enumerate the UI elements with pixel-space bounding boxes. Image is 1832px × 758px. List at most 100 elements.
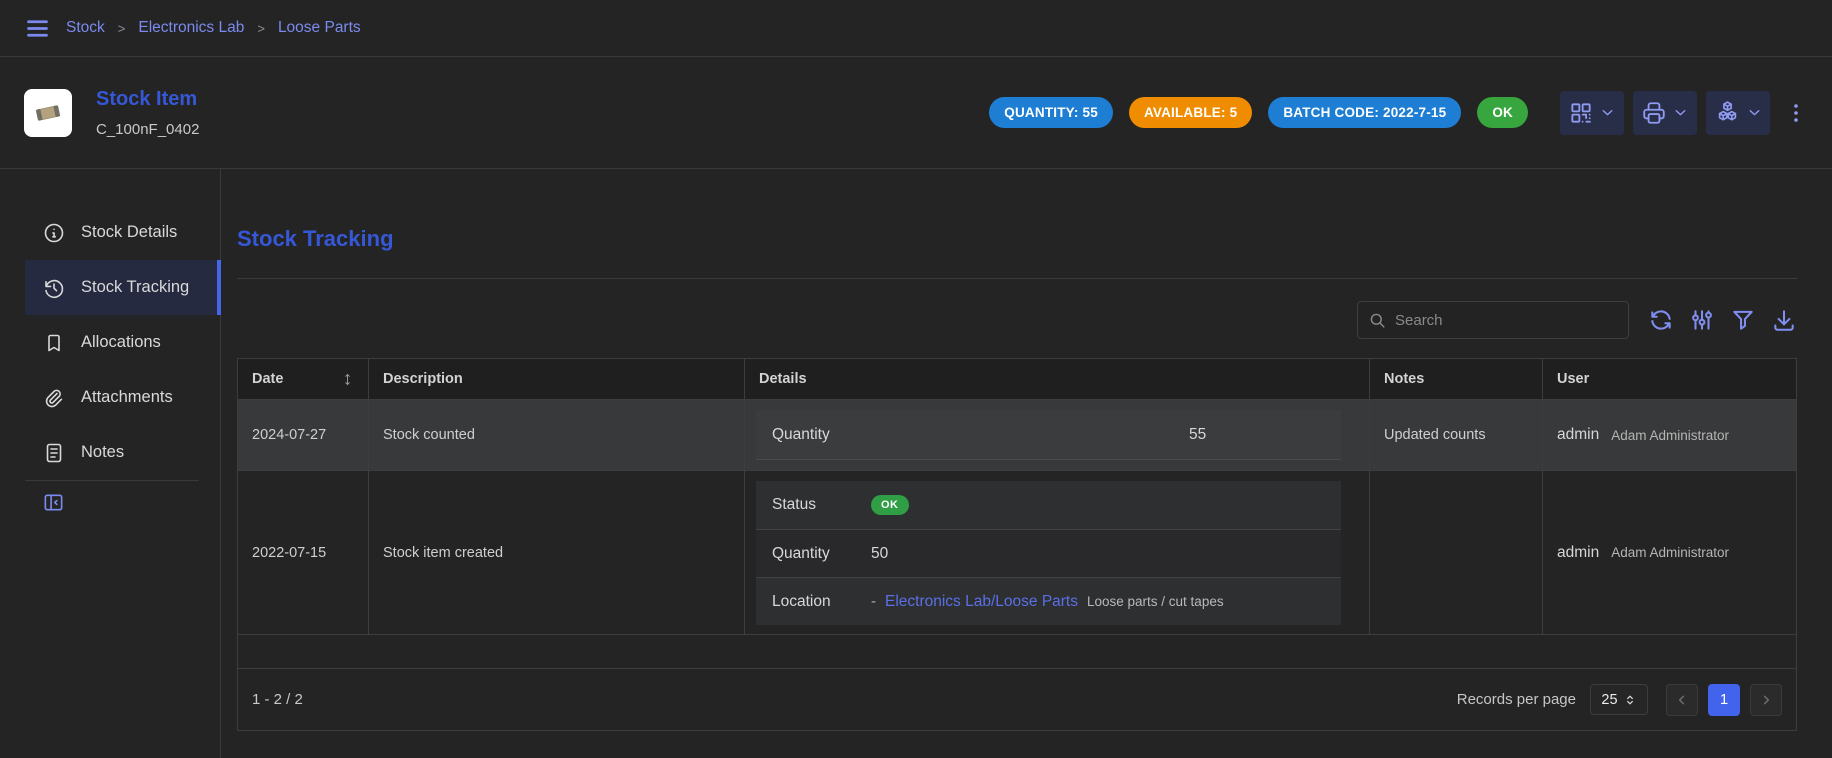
detail-location-row: Location - Electronics Lab/Loose Parts L…: [756, 577, 1341, 625]
location-link[interactable]: Electronics Lab/Loose Parts: [885, 593, 1078, 611]
print-actions-button[interactable]: [1633, 91, 1697, 135]
chevron-down-icon: [1599, 104, 1616, 121]
footer-right: Records per page 25 1: [1457, 684, 1782, 716]
sidebar-item-label: Stock Details: [81, 223, 177, 242]
sidebar-item-label: Stock Tracking: [81, 278, 189, 297]
description-cell: Stock counted: [369, 400, 745, 470]
user-fullname: Adam Administrator: [1611, 545, 1729, 560]
notes-cell: [1370, 471, 1543, 634]
pagination: 1: [1666, 684, 1782, 716]
breadcrumb-separator: >: [118, 21, 126, 36]
status-badges: QUANTITY: 55 AVAILABLE: 5 BATCH CODE: 20…: [989, 97, 1528, 128]
breadcrumb-link-stock[interactable]: Stock: [66, 19, 105, 37]
status-ok-badge: OK: [1477, 97, 1528, 128]
breadcrumb-separator: >: [257, 21, 265, 36]
detail-value: 50: [871, 545, 1341, 563]
page-title: Stock Item: [96, 88, 199, 111]
sidebar-divider: [25, 480, 199, 481]
top-navigation-bar: Stock > Electronics Lab > Loose Parts: [0, 0, 1832, 57]
notes-icon: [42, 441, 66, 465]
packages-icon: [1714, 99, 1741, 126]
qrcode-icon: [1568, 100, 1594, 126]
sidebar-collapse-icon[interactable]: [42, 491, 65, 514]
heading-divider: [237, 278, 1797, 279]
page-size-value: 25: [1601, 692, 1617, 708]
stock-tracking-table: Date Description Details Notes User 2024…: [237, 358, 1797, 731]
column-header-details: Details: [745, 359, 1370, 399]
available-badge: AVAILABLE: 5: [1129, 97, 1252, 128]
header-actions: [1560, 91, 1770, 135]
refresh-icon[interactable]: [1648, 307, 1674, 333]
header-right: QUANTITY: 55 AVAILABLE: 5 BATCH CODE: 20…: [989, 91, 1808, 135]
printer-icon: [1641, 100, 1667, 126]
sidebar-item-allocations[interactable]: Allocations: [25, 315, 220, 370]
main-panel: Stock Tracking Date Description Details …: [221, 169, 1832, 758]
bookmark-icon: [42, 331, 66, 355]
user-cell: admin Adam Administrator: [1543, 400, 1796, 470]
column-header-user: User: [1543, 359, 1796, 399]
details-cell: Quantity 55: [745, 400, 1370, 470]
search-box: [1357, 301, 1629, 339]
sidebar-item-stock-details[interactable]: Stock Details: [25, 205, 220, 260]
search-input[interactable]: [1395, 312, 1595, 329]
page-1-button[interactable]: 1: [1708, 684, 1740, 716]
sidebar: Stock Details Stock Tracking Allocations…: [0, 169, 221, 758]
barcode-actions-button[interactable]: [1560, 91, 1624, 135]
location-dash: -: [871, 593, 876, 610]
detail-label: Status: [756, 496, 871, 514]
filter-icon[interactable]: [1730, 307, 1756, 333]
selector-icon: [1623, 693, 1637, 707]
table-row[interactable]: 2024-07-27 Stock counted Quantity 55 Upd…: [238, 400, 1796, 471]
content-area: Stock Details Stock Tracking Allocations…: [0, 169, 1832, 758]
sort-icon[interactable]: [339, 371, 356, 388]
column-header-date[interactable]: Date: [238, 359, 369, 399]
chevron-down-icon: [1672, 104, 1689, 121]
user-cell: admin Adam Administrator: [1543, 471, 1796, 634]
sidebar-item-label: Allocations: [81, 333, 161, 352]
detail-quantity-row: Quantity 50: [756, 529, 1341, 577]
detail-label: Quantity: [756, 426, 830, 444]
detail-quantity-row: Quantity 55: [756, 410, 1341, 460]
date-cell: 2022-07-15: [238, 471, 369, 634]
record-range-label: 1 - 2 / 2: [252, 691, 303, 708]
column-header-notes: Notes: [1370, 359, 1543, 399]
sidebar-item-label: Notes: [81, 443, 124, 462]
stock-actions-button[interactable]: [1706, 91, 1770, 135]
username: admin: [1557, 426, 1599, 444]
details-cell: Status OK Quantity 50 Location - Electro…: [745, 471, 1370, 634]
info-circle-icon: [42, 221, 66, 245]
detail-label: Location: [756, 593, 871, 611]
records-per-page-label: Records per page: [1457, 691, 1576, 708]
table-toolbar: [237, 301, 1797, 339]
download-icon[interactable]: [1771, 307, 1797, 333]
stock-item-name: C_100nF_0402: [96, 121, 199, 138]
sidebar-item-attachments[interactable]: Attachments: [25, 370, 220, 425]
chevron-right-icon: [1758, 692, 1774, 708]
sidebar-item-notes[interactable]: Notes: [25, 425, 220, 480]
table-header-row: Date Description Details Notes User: [238, 359, 1796, 400]
detail-value: 55: [1189, 426, 1206, 444]
next-page-button[interactable]: [1750, 684, 1782, 716]
details-subtable: Status OK Quantity 50 Location - Electro…: [756, 481, 1341, 625]
column-settings-icon[interactable]: [1689, 307, 1715, 333]
username: admin: [1557, 544, 1599, 562]
table-row[interactable]: 2022-07-15 Stock item created Status OK …: [238, 471, 1796, 635]
detail-status-row: Status OK: [756, 481, 1341, 529]
search-icon: [1368, 311, 1387, 330]
page-size-select[interactable]: 25: [1590, 684, 1648, 715]
more-options-icon[interactable]: [1784, 101, 1808, 125]
batch-code-badge: BATCH CODE: 2022-7-15: [1268, 97, 1461, 128]
breadcrumb-link-loose-parts[interactable]: Loose Parts: [278, 19, 361, 37]
menu-icon[interactable]: [24, 15, 51, 42]
sidebar-item-stock-tracking[interactable]: Stock Tracking: [25, 260, 220, 315]
title-block: Stock Item C_100nF_0402: [96, 88, 199, 138]
notes-cell: Updated counts: [1370, 400, 1543, 470]
column-header-description: Description: [369, 359, 745, 399]
page-header: Stock Item C_100nF_0402 QUANTITY: 55 AVA…: [0, 57, 1832, 169]
breadcrumb-link-electronics-lab[interactable]: Electronics Lab: [138, 19, 244, 37]
previous-page-button[interactable]: [1666, 684, 1698, 716]
location-description: Loose parts / cut tapes: [1087, 594, 1224, 609]
table-footer: 1 - 2 / 2 Records per page 25 1: [238, 668, 1796, 730]
date-cell: 2024-07-27: [238, 400, 369, 470]
stock-item-thumbnail[interactable]: [24, 89, 72, 137]
